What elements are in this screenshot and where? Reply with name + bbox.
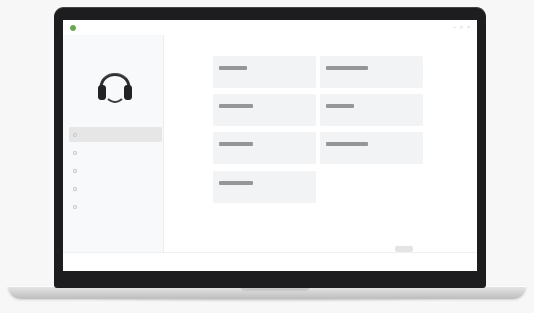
laptop-mockup: – □ × <box>0 0 534 313</box>
sidebar-item-3[interactable] <box>69 163 162 178</box>
radio-dot-icon <box>73 186 77 191</box>
field-card-2[interactable] <box>320 56 423 88</box>
maximize-icon[interactable]: □ <box>460 25 463 31</box>
field-card-1[interactable] <box>213 56 316 88</box>
window-controls: – □ × <box>453 25 470 31</box>
field-value <box>326 104 354 108</box>
sidebar-item-2[interactable] <box>69 145 162 160</box>
field-value <box>219 181 253 185</box>
sidebar-item-1[interactable] <box>69 127 162 142</box>
minimize-icon[interactable]: – <box>453 25 456 31</box>
sidebar-nav <box>69 127 162 217</box>
field-value <box>219 142 253 146</box>
field-value <box>219 104 253 108</box>
field-card-3[interactable] <box>213 94 316 126</box>
sidebar-item-4[interactable] <box>69 181 162 196</box>
brand-dot-icon <box>70 24 76 31</box>
bottom-empty-area <box>63 252 477 271</box>
field-card-6[interactable] <box>320 132 423 164</box>
radio-dot-icon <box>73 204 77 209</box>
field-value <box>326 66 368 70</box>
radio-dot-icon <box>73 168 77 173</box>
top-bar: – □ × <box>63 20 477 35</box>
field-card-5[interactable] <box>213 132 316 164</box>
field-value <box>219 66 247 70</box>
brand <box>70 24 78 31</box>
headset-icon <box>98 73 132 103</box>
main-content <box>164 35 477 252</box>
field-card-7[interactable] <box>213 171 316 203</box>
field-value <box>326 142 368 146</box>
sidebar-item-5[interactable] <box>69 199 162 214</box>
radio-dot-icon <box>73 132 77 137</box>
field-card-4[interactable] <box>320 94 423 126</box>
radio-dot-icon <box>73 150 77 155</box>
close-icon[interactable]: × <box>467 25 470 31</box>
sidebar <box>63 35 164 252</box>
app-screen: – □ × <box>63 20 477 271</box>
